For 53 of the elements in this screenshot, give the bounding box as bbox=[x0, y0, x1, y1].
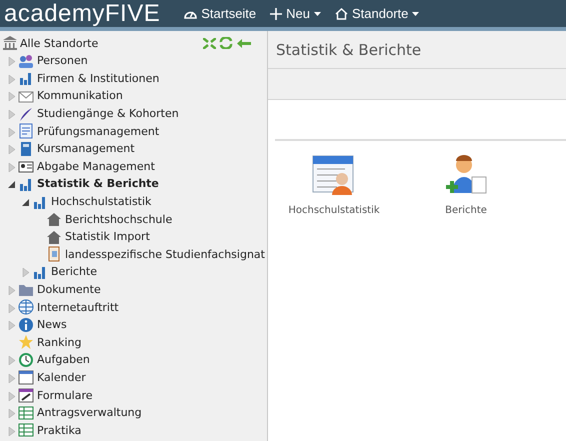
globe-icon bbox=[18, 299, 34, 316]
house-icon bbox=[46, 228, 62, 245]
house-icon bbox=[335, 8, 348, 20]
tree-item[interactable]: Berichtshochschule bbox=[65, 212, 172, 226]
tree-item[interactable]: Prüfungsmanagement bbox=[37, 124, 160, 138]
tree-item[interactable]: Dokumente bbox=[37, 283, 101, 296]
collapse-all-icon[interactable] bbox=[203, 38, 216, 48]
tree-item[interactable]: Statistik & Berichte bbox=[37, 177, 159, 190]
book-icon bbox=[18, 140, 34, 157]
star-icon bbox=[18, 334, 34, 350]
tree-item[interactable]: Praktika bbox=[37, 424, 82, 437]
page-title: Statistik & Berichte bbox=[276, 40, 422, 58]
plus-icon bbox=[270, 8, 282, 20]
tree-item[interactable]: Aufgaben bbox=[37, 353, 90, 366]
academyfive-logo[interactable]: academyFIVE bbox=[4, 0, 160, 28]
arrow-left-icon[interactable] bbox=[237, 38, 251, 48]
tree-item[interactable]: Berichte bbox=[51, 265, 97, 278]
tree-item[interactable]: landesspezifische Studienfachsignat bbox=[65, 248, 265, 261]
clock-icon bbox=[18, 352, 34, 368]
tree-item[interactable]: Formulare bbox=[37, 388, 93, 402]
info-icon bbox=[18, 316, 34, 333]
people-icon bbox=[18, 52, 34, 69]
tree-item[interactable]: Firmen & Institutionen bbox=[37, 72, 160, 85]
tree-item[interactable]: Antragsverwaltung bbox=[37, 406, 142, 420]
tree-item[interactable]: News bbox=[37, 318, 67, 332]
checklist-icon bbox=[18, 123, 34, 140]
refresh-icon[interactable] bbox=[219, 37, 233, 49]
report-tile[interactable]: Berichte bbox=[416, 155, 516, 216]
report-tile[interactable]: Hochschulstatistik bbox=[284, 155, 384, 216]
nav-menu-item[interactable]: Startseite bbox=[184, 6, 256, 21]
nav-menu-item[interactable]: Standorte bbox=[335, 6, 420, 21]
tree-item[interactable]: Kommunikation bbox=[37, 89, 123, 102]
tree-item[interactable]: Studiengänge & Kohorten bbox=[37, 107, 179, 120]
person-list-icon bbox=[312, 155, 356, 197]
tree-item[interactable]: Personen bbox=[37, 54, 88, 68]
bar-chart-icon bbox=[18, 70, 34, 86]
tree-item[interactable]: Hochschulstatistik bbox=[51, 195, 152, 208]
tree-item[interactable]: Ranking bbox=[37, 336, 82, 349]
building-icon bbox=[3, 36, 17, 50]
tree-item[interactable]: Statistik Import bbox=[65, 230, 150, 244]
spreadsheet-icon bbox=[18, 422, 34, 438]
tree-item[interactable]: Kursmanagement bbox=[37, 142, 135, 156]
tree-item[interactable]: Abgabe Management bbox=[37, 160, 155, 173]
document-icon bbox=[46, 246, 62, 262]
spreadsheet-icon bbox=[18, 404, 34, 421]
nav-menu-item[interactable]: Neu bbox=[270, 6, 322, 21]
form-icon bbox=[18, 387, 34, 404]
tree-item[interactable]: Internetauftritt bbox=[37, 300, 119, 314]
tree-item[interactable]: Kalender bbox=[37, 370, 86, 384]
calendar-icon bbox=[18, 369, 34, 386]
tree-root[interactable]: Alle Standorte bbox=[20, 36, 203, 50]
feather-icon bbox=[18, 106, 34, 122]
house-icon bbox=[46, 211, 62, 228]
